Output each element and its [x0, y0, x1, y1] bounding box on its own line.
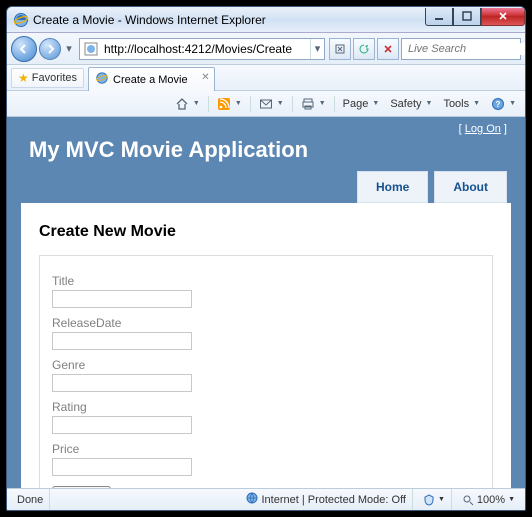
- status-left: Done: [11, 489, 50, 510]
- label-title: Title: [52, 274, 480, 288]
- input-release-date[interactable]: [52, 332, 192, 350]
- menu-home[interactable]: Home: [357, 171, 428, 203]
- tab-favicon-icon: [95, 71, 109, 88]
- page-heading: Create New Movie: [39, 223, 493, 241]
- label-price: Price: [52, 442, 480, 456]
- star-icon: ★: [18, 71, 29, 85]
- stop-button[interactable]: [377, 38, 399, 60]
- home-icon-button[interactable]: ▼: [170, 94, 205, 114]
- tab-label: Create a Movie: [113, 74, 188, 86]
- main-menu: Home About: [7, 171, 525, 203]
- close-button[interactable]: [481, 8, 525, 26]
- page-viewport: [ Log On ] My MVC Movie Application Home…: [7, 117, 525, 488]
- zoom-control[interactable]: 100% ▼: [456, 489, 521, 510]
- title-bar: Create a Movie - Windows Internet Explor…: [7, 7, 525, 33]
- mail-icon-button[interactable]: ▼: [254, 94, 289, 114]
- login-section: [ Log On ]: [7, 117, 525, 135]
- back-button[interactable]: [11, 36, 37, 62]
- maximize-button[interactable]: [453, 8, 481, 26]
- favorites-label: Favorites: [32, 72, 77, 84]
- refresh-button[interactable]: [353, 38, 375, 60]
- tab-bar: ★ Favorites Create a Movie ✕: [7, 65, 525, 91]
- label-genre: Genre: [52, 358, 480, 372]
- status-protected-icon[interactable]: ▼: [417, 489, 452, 510]
- search-box: [401, 38, 521, 60]
- compat-view-button[interactable]: [329, 38, 351, 60]
- status-zone: Internet | Protected Mode: Off: [240, 489, 413, 510]
- browser-window: Create a Movie - Windows Internet Explor…: [6, 6, 526, 511]
- feeds-icon-button[interactable]: ▼: [212, 94, 247, 114]
- site-icon: [83, 41, 99, 57]
- navigation-bar: ▾ ▾: [7, 33, 525, 65]
- input-title[interactable]: [52, 290, 192, 308]
- main-content: Create New Movie Title ReleaseDate Genre…: [21, 203, 511, 488]
- input-price[interactable]: [52, 458, 192, 476]
- tools-menu[interactable]: Tools▼: [438, 94, 485, 114]
- zoom-icon: [462, 494, 474, 506]
- status-bar: Done Internet | Protected Mode: Off ▼ 10…: [7, 488, 525, 510]
- page-menu[interactable]: Page▼: [338, 94, 385, 114]
- address-input[interactable]: [102, 40, 310, 58]
- safety-menu[interactable]: Safety▼: [385, 94, 437, 114]
- ie-icon: [13, 12, 29, 28]
- print-icon-button[interactable]: ▼: [296, 94, 331, 114]
- nav-history-dropdown[interactable]: ▾: [63, 42, 75, 55]
- menu-about[interactable]: About: [434, 171, 507, 203]
- label-release-date: ReleaseDate: [52, 316, 480, 330]
- address-dropdown[interactable]: ▾: [310, 39, 324, 59]
- input-rating[interactable]: [52, 416, 192, 434]
- internet-zone-icon: [246, 492, 258, 507]
- browser-tab[interactable]: Create a Movie ✕: [88, 67, 215, 91]
- label-rating: Rating: [52, 400, 480, 414]
- favorites-button[interactable]: ★ Favorites: [11, 68, 84, 88]
- minimize-button[interactable]: [425, 8, 453, 26]
- zoom-value: 100%: [477, 494, 505, 506]
- address-bar: ▾: [79, 38, 325, 60]
- svg-text:?: ?: [496, 100, 501, 109]
- app-title: My MVC Movie Application: [29, 137, 525, 163]
- create-movie-form: Title ReleaseDate Genre Rating Price Cre…: [39, 255, 493, 488]
- command-bar: ▼ ▼ ▼ ▼ Page▼ Safety▼ Tools▼ ?▼: [7, 91, 525, 117]
- input-genre[interactable]: [52, 374, 192, 392]
- search-input[interactable]: [408, 43, 526, 55]
- logon-link[interactable]: Log On: [465, 123, 501, 135]
- tab-close-icon[interactable]: ✕: [201, 72, 209, 83]
- window-title: Create a Movie - Windows Internet Explor…: [33, 13, 425, 27]
- help-icon-button[interactable]: ?▼: [486, 94, 521, 114]
- forward-button[interactable]: [39, 38, 61, 60]
